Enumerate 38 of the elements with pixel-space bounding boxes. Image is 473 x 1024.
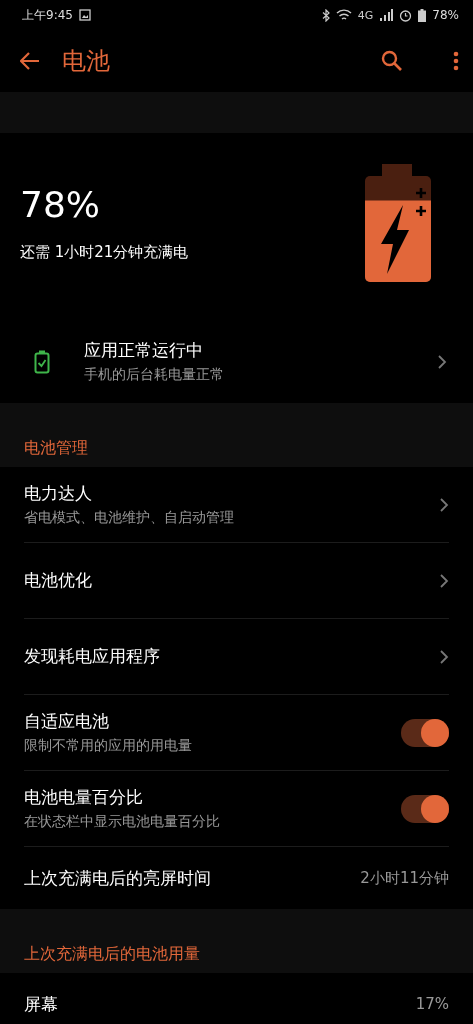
wifi-icon (335, 8, 352, 22)
chevron-icon (439, 572, 449, 589)
back-arrow-icon[interactable] (20, 52, 40, 70)
battery-percentage: 78% (20, 183, 101, 225)
charge-time-remaining: 还需 1小时21分钟充满电 (20, 242, 190, 262)
setting-value: 2小时11分钟 (360, 868, 449, 888)
setting-subtitle: 在状态栏中显示电池电量百分比 (24, 813, 221, 831)
status-subtitle: 手机的后台耗电量正常 (84, 366, 225, 384)
setting-title[interactable]: 电池优化 (24, 569, 427, 592)
signal-icon (379, 9, 394, 21)
status-title: 应用正常运行中 (84, 339, 204, 362)
search-icon[interactable] (381, 50, 403, 72)
chevron-icon (439, 496, 449, 513)
chevron-icon (439, 648, 449, 665)
setting-value: 17% (415, 995, 449, 1013)
battery-check-icon (34, 349, 50, 374)
alarm-icon (399, 8, 413, 22)
toggle-switch[interactable] (401, 794, 449, 823)
setting-title[interactable]: 屏幕 (24, 992, 404, 1016)
setting-title[interactable]: 自适应电池 (24, 710, 389, 733)
page-title: 电池 (62, 46, 110, 77)
setting-subtitle: 限制不常用的应用的用电量 (24, 737, 193, 755)
setting-title[interactable]: 上次充满电后的亮屏时间 (24, 866, 349, 890)
bluetooth-icon (321, 8, 330, 22)
section-header: 电池管理 (24, 438, 88, 459)
network-type: 4G (357, 8, 374, 22)
setting-title[interactable]: 电力达人 (24, 482, 427, 505)
chevron-icon (437, 353, 447, 370)
setting-title[interactable]: 电池电量百分比 (24, 786, 389, 809)
setting-title[interactable]: 发现耗电应用程序 (24, 645, 427, 668)
setting-subtitle: 省电模式、电池维护、自启动管理 (24, 509, 235, 527)
more-menu-icon[interactable] (453, 51, 459, 71)
battery-percent: 78% (432, 8, 459, 22)
image-icon (78, 9, 91, 21)
toggle-switch[interactable] (401, 718, 449, 747)
battery-icon (418, 8, 427, 22)
section-header: 上次充满电后的电池用量 (24, 944, 200, 965)
status-time: 上午9:45 (22, 6, 73, 24)
